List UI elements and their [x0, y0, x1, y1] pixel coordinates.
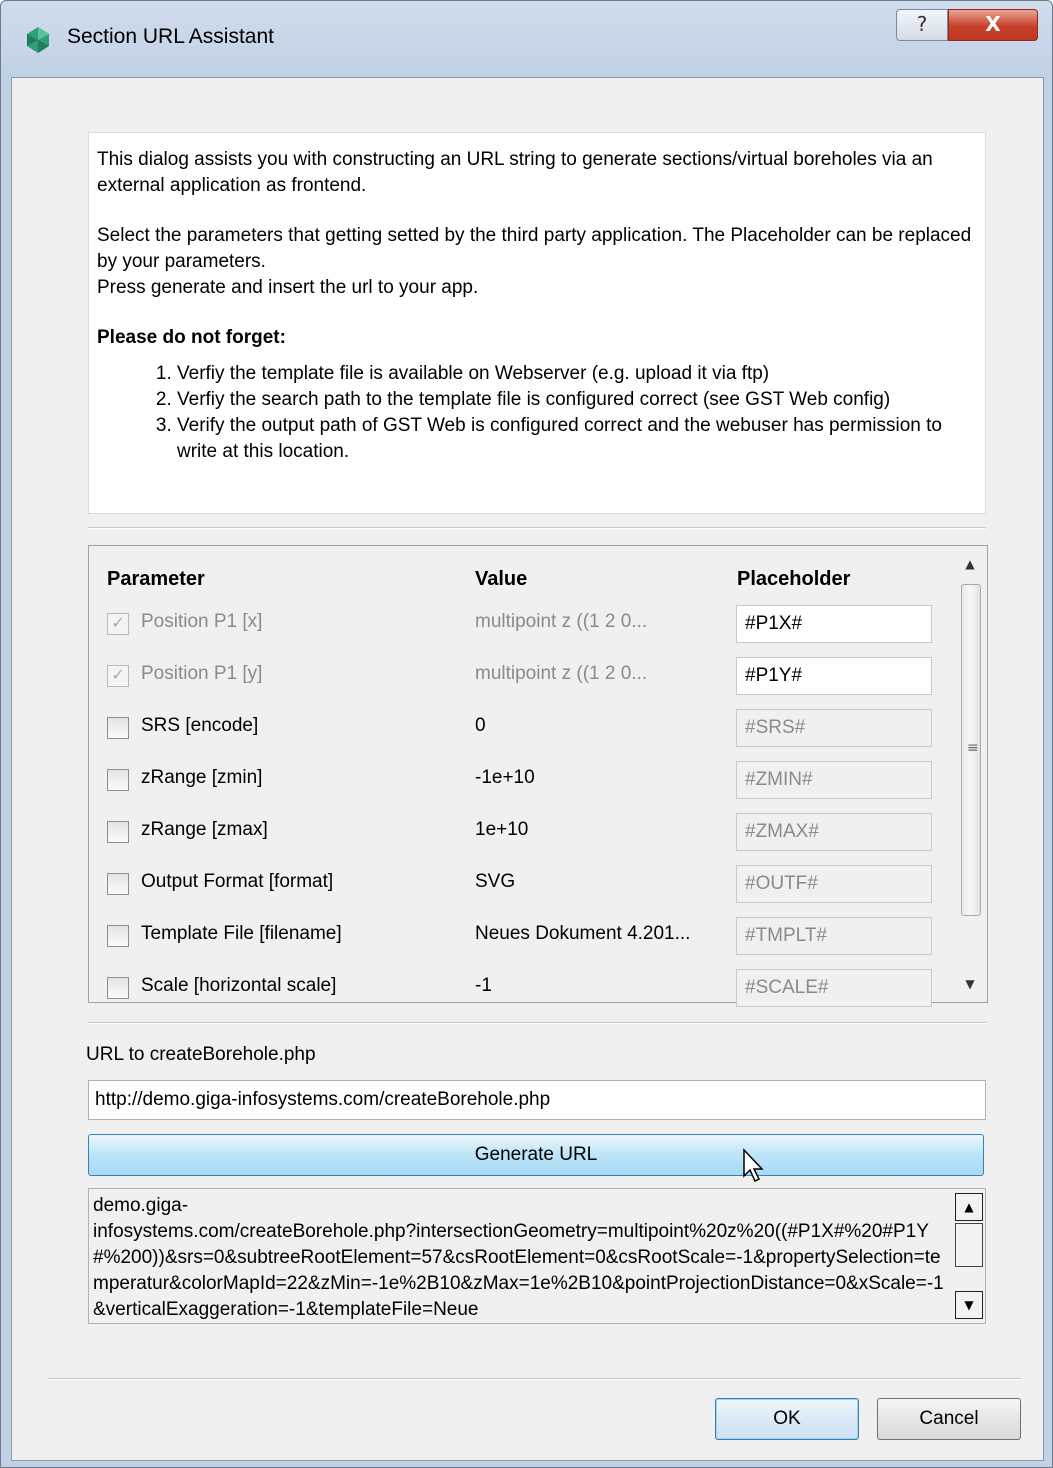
param-row-scale: Scale [horizontal scale] -1 #SCALE#	[89, 963, 949, 1015]
separator	[88, 1022, 986, 1024]
scroll-thumb[interactable]	[955, 1223, 983, 1267]
param-checkbox[interactable]: ✓	[107, 665, 129, 687]
param-checkbox[interactable]	[107, 821, 129, 843]
parameter-scrollbar[interactable]: ▲ ≡ ▼	[953, 546, 987, 1002]
param-name: zRange [zmax]	[141, 819, 268, 840]
param-row-p1y: ✓ Position P1 [y] multipoint z ((1 2 0..…	[89, 651, 949, 703]
separator	[48, 1378, 1022, 1380]
param-checkbox[interactable]	[107, 873, 129, 895]
help-button[interactable]: ?	[896, 9, 948, 41]
app-logo-icon	[27, 27, 49, 53]
placeholder-input: #TMPLT#	[736, 917, 932, 955]
generated-url-text: demo.giga- infosystems.com/createBorehol…	[93, 1195, 944, 1320]
info-intro: This dialog assists you with constructin…	[97, 149, 933, 196]
grip-icon: ≡	[967, 740, 979, 756]
param-name: Scale [horizontal scale]	[141, 975, 337, 996]
info-list-item: Verfiy the template file is available on…	[177, 361, 977, 387]
scroll-thumb[interactable]: ≡	[961, 584, 981, 916]
placeholder-input[interactable]: #P1Y#	[736, 657, 932, 695]
param-checkbox[interactable]	[107, 769, 129, 791]
scroll-up-icon[interactable]: ▲	[955, 1193, 983, 1221]
info-instructions: Select the parameters that getting sette…	[97, 223, 977, 301]
param-value: 1e+10	[475, 819, 529, 840]
scroll-down-icon[interactable]: ▼	[955, 1291, 983, 1319]
header-placeholder: Placeholder	[737, 568, 851, 590]
param-checkbox[interactable]	[107, 977, 129, 999]
info-list: Verfiy the template file is available on…	[97, 361, 977, 465]
output-scrollbar[interactable]: ▲ ▼	[951, 1189, 985, 1323]
placeholder-input: #SRS#	[736, 709, 932, 747]
param-value: -1	[475, 975, 492, 996]
info-panel: This dialog assists you with constructin…	[88, 132, 986, 514]
placeholder-input: #ZMIN#	[736, 761, 932, 799]
placeholder-input: #SCALE#	[736, 969, 932, 1007]
title-bar[interactable]: Section URL Assistant ? X	[1, 1, 1052, 77]
dialog-window: Section URL Assistant ? X This dialog as…	[0, 0, 1053, 1468]
ok-button[interactable]: OK	[715, 1398, 859, 1440]
separator	[88, 527, 986, 529]
param-name: SRS [encode]	[141, 715, 259, 736]
info-instruction-2: Press generate and insert the url to you…	[97, 277, 479, 298]
scroll-down-icon[interactable]: ▼	[953, 966, 987, 1002]
header-value: Value	[475, 568, 528, 590]
param-checkbox[interactable]	[107, 717, 129, 739]
param-value: SVG	[475, 871, 516, 892]
param-row-zmax: zRange [zmax] 1e+10 #ZMAX#	[89, 807, 949, 859]
generated-url-output[interactable]: demo.giga- infosystems.com/createBorehol…	[88, 1188, 986, 1324]
param-value: 0	[475, 715, 486, 736]
info-instruction-1: Select the parameters that getting sette…	[97, 225, 972, 272]
param-value: multipoint z ((1 2 0...	[475, 611, 648, 632]
param-name: Template File [filename]	[141, 923, 342, 944]
param-row-srs: SRS [encode] 0 #SRS#	[89, 703, 949, 755]
info-list-item: Verfiy the search path to the template f…	[177, 387, 977, 413]
placeholder-input: #ZMAX#	[736, 813, 932, 851]
param-value: Neues Dokument 4.201...	[475, 923, 691, 944]
param-row-format: Output Format [format] SVG #OUTF#	[89, 859, 949, 911]
param-name: Position P1 [y]	[141, 663, 263, 684]
window-title: Section URL Assistant	[67, 25, 274, 48]
param-checkbox[interactable]: ✓	[107, 613, 129, 635]
info-heading: Please do not forget:	[97, 327, 286, 348]
placeholder-input: #OUTF#	[736, 865, 932, 903]
param-name: zRange [zmin]	[141, 767, 263, 788]
mouse-cursor-icon	[743, 1148, 764, 1183]
param-row-template: Template File [filename] Neues Dokument …	[89, 911, 949, 963]
url-input[interactable]: http://demo.giga-infosystems.com/createB…	[88, 1080, 986, 1120]
close-button[interactable]: X	[948, 9, 1038, 41]
dialog-client: This dialog assists you with constructin…	[11, 77, 1044, 1461]
param-name: Position P1 [x]	[141, 611, 263, 632]
param-name: Output Format [format]	[141, 871, 334, 892]
param-value: -1e+10	[475, 767, 535, 788]
scroll-up-icon[interactable]: ▲	[953, 546, 987, 582]
info-list-item: Verify the output path of GST Web is con…	[177, 413, 977, 465]
url-label: URL to createBorehole.php	[86, 1044, 316, 1065]
param-checkbox[interactable]	[107, 925, 129, 947]
parameter-table: Parameter Value Placeholder ✓ Position P…	[88, 545, 988, 1007]
cancel-button[interactable]: Cancel	[877, 1398, 1021, 1440]
placeholder-input[interactable]: #P1X#	[736, 605, 932, 643]
generate-url-button[interactable]: Generate URL	[88, 1134, 984, 1176]
param-row-zmin: zRange [zmin] -1e+10 #ZMIN#	[89, 755, 949, 807]
header-parameter: Parameter	[107, 568, 205, 590]
param-value: multipoint z ((1 2 0...	[475, 663, 648, 684]
param-row-p1x: ✓ Position P1 [x] multipoint z ((1 2 0..…	[89, 599, 949, 651]
